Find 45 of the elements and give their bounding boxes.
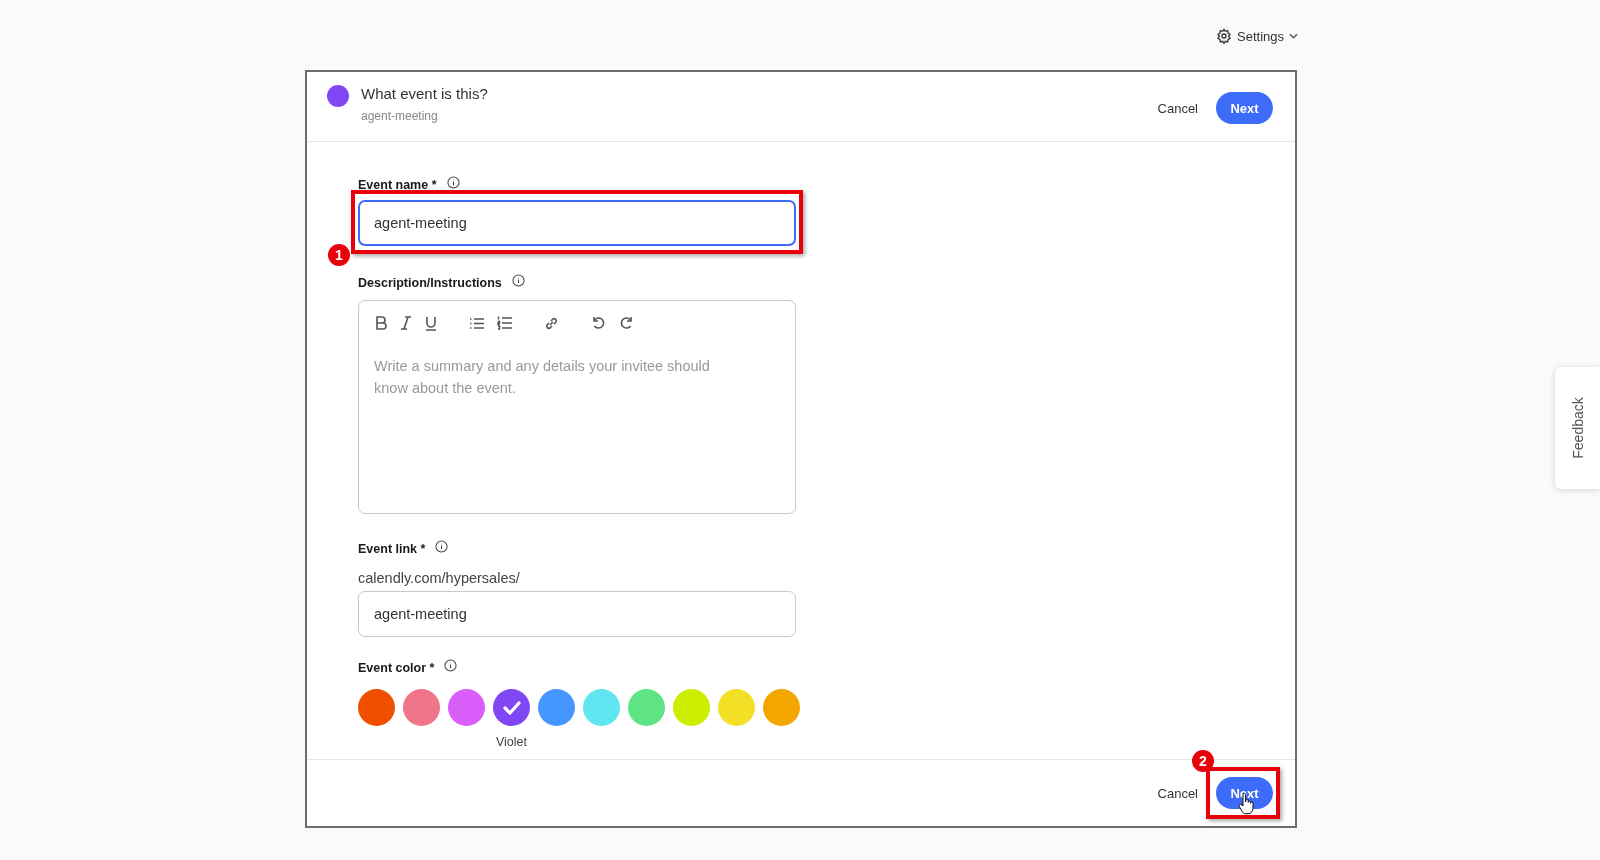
cancel-button[interactable]: Cancel [1155, 96, 1200, 120]
info-icon[interactable] [435, 539, 449, 553]
dialog-title: What event is this? [361, 84, 489, 104]
color-swatch[interactable] [673, 689, 710, 726]
undo-icon[interactable] [591, 316, 606, 330]
bullet-list-icon[interactable] [469, 316, 484, 330]
step-number: 2 [1192, 750, 1214, 772]
chevron-down-icon [1289, 33, 1298, 39]
field-label: Description/Instructions [358, 276, 502, 290]
event-color-dot [327, 85, 349, 107]
redo-icon[interactable] [619, 316, 634, 330]
color-swatch[interactable] [763, 689, 800, 726]
info-icon[interactable] [444, 658, 458, 672]
checkmark-icon [502, 700, 521, 715]
next-button[interactable]: Next [1216, 777, 1273, 809]
feedback-tab[interactable]: Feedback [1555, 367, 1600, 489]
color-swatch[interactable] [358, 689, 395, 726]
color-swatch[interactable] [628, 689, 665, 726]
field-label: Event name * [358, 178, 437, 192]
event-name-field[interactable]: agent-meeting [358, 200, 796, 246]
color-swatch[interactable] [403, 689, 440, 726]
field-label: Event link * [358, 542, 426, 556]
numbered-list-icon[interactable] [497, 316, 512, 330]
italic-icon[interactable] [400, 316, 412, 330]
bold-icon[interactable] [375, 316, 387, 330]
info-icon[interactable] [511, 273, 525, 287]
color-swatch[interactable] [538, 689, 575, 726]
link-icon[interactable] [544, 315, 559, 331]
next-button[interactable]: Next [1216, 92, 1273, 124]
field-label: Event color * [358, 661, 435, 675]
placeholder-text: Write a summary and any details your invitee should know about the event. [374, 358, 710, 396]
color-swatch[interactable] [448, 689, 485, 726]
cancel-button[interactable]: Cancel [1155, 781, 1200, 805]
event-subtitle: agent-meeting [361, 109, 439, 123]
info-icon[interactable] [446, 175, 460, 189]
step-number: 1 [328, 244, 350, 266]
color-name: Violet [495, 735, 527, 749]
underline-icon[interactable] [425, 315, 437, 331]
color-swatch[interactable] [493, 689, 530, 726]
settings-menu-button[interactable]: Settings [1216, 26, 1298, 46]
link-prefix: calendly.com/hypersales/ [358, 570, 521, 586]
settings-icon [1216, 28, 1232, 44]
event-link-field[interactable]: agent-meeting [358, 591, 796, 637]
color-swatch[interactable] [718, 689, 755, 726]
color-swatch[interactable] [583, 689, 620, 726]
